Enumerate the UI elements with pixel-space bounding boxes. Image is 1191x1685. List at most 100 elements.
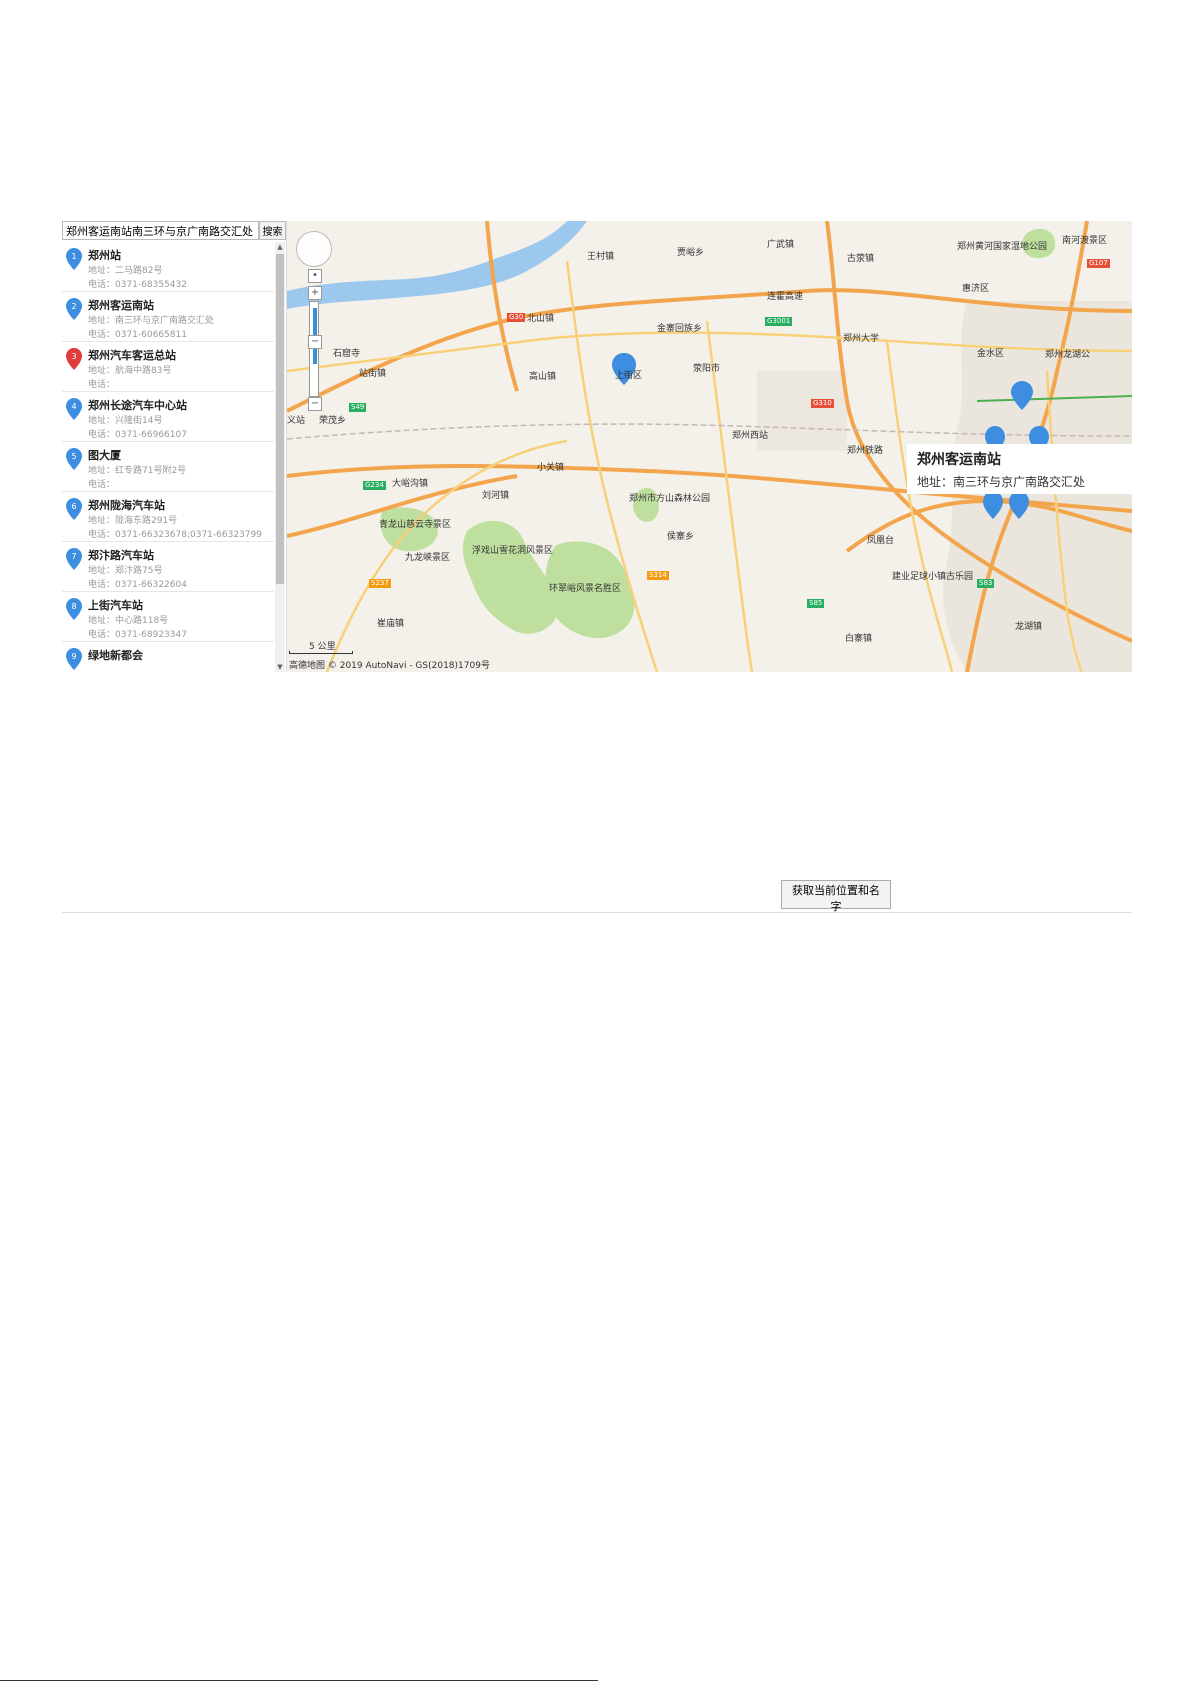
result-name: 郑汴路汽车站 [88,549,154,562]
map-place-label: 郑州铁路 [847,446,884,456]
result-name: 上街汽车站 [88,599,143,612]
map-place-label: 九龙峡景区 [405,553,451,563]
result-name: 图大厦 [88,449,121,462]
result-marker-index: 5 [71,452,76,461]
scroll-thumb[interactable] [276,254,284,584]
road-shield: S237 [369,579,391,588]
info-window[interactable]: 郑州客运南站 地址：南三环与京广南路交汇处 [907,444,1132,494]
zoom-dot-icon[interactable]: • [308,269,322,283]
road-shield: S85 [807,599,825,608]
result-item[interactable]: 1 郑州站 地址：二马路82号 电话：0371-68355432 [62,242,274,292]
map-copyright: 高德地图 © 2019 AutoNavi - GS(2018)1709号 [289,661,490,671]
map-place-label: 郑州黄河国家湿地公园 [957,242,1048,252]
result-tel: 电话：0371-68923347 [88,630,187,640]
result-tel: 电话： [88,480,116,490]
search-button[interactable]: 搜索 [259,221,286,240]
search-input[interactable] [62,221,259,240]
zoom-slider[interactable] [309,301,319,397]
map-place-label: 南河渡景区 [1062,236,1108,246]
result-marker-icon: 7 [66,548,82,570]
map-place-label: 金水区 [977,349,1005,359]
result-marker-icon: 1 [66,248,82,270]
map-canvas[interactable]: 王村镇 贾峪乡 广武镇 古荥镇 郑州黄河国家湿地公园 南河渡景区 惠济区 连霍高速 石窟寺 北山镇… [287,221,1132,672]
map-place-label: 广武镇 [767,240,795,250]
result-item[interactable]: 3 郑州汽车客运总站 地址：航海中路83号 电话： [62,342,274,392]
map-place-label: 古荥镇 [847,254,875,264]
info-window-title: 郑州客运南站 [917,452,1001,468]
map-place-label: 贾峪乡 [677,248,705,258]
scroll-down-icon[interactable]: ▼ [275,662,285,672]
zoom-handle[interactable]: − [308,335,322,349]
road-shield: S83 [977,579,995,588]
road-shield: G30 [507,313,526,322]
zoom-out-button[interactable]: − [308,397,322,411]
map-place-label: 北山镇 [527,314,555,324]
result-name: 绿地新都会 [88,649,143,662]
result-tel: 电话：0371-60665811 [88,330,187,340]
map-place-label: 环翠峪风景名胜区 [549,584,622,594]
get-position-button[interactable]: 获取当前位置和名字 [781,880,891,913]
map-place-label: 青龙山慈云寺景区 [379,520,452,530]
map-place-label: 白寨镇 [845,634,873,644]
map-place-label: 小关镇 [537,463,565,473]
search-row: 搜索 [62,221,286,242]
map-place-label: 侯寨乡 [667,532,695,542]
result-marker-icon: 8 [66,598,82,620]
result-marker-icon: 2 [66,298,82,320]
result-address: 地址：兴隆街14号 [88,416,163,426]
result-tel: 电话： [88,380,116,390]
pan-control[interactable] [296,231,332,267]
result-item[interactable]: 8 上街汽车站地址：中心路118号电话：0371-68923347 [62,592,274,642]
result-address: 地址：红专路71号附2号 [88,466,187,476]
map-place-label: 站街镇 [359,369,387,379]
scale-bar [289,651,353,654]
footnote-line [0,1680,598,1681]
map-place-label: 郑州大学 [843,334,880,344]
result-name: 郑州长途汽车中心站 [88,399,187,412]
result-marker-icon: 3 [66,348,82,370]
result-marker-icon: 6 [66,498,82,520]
result-tel: 电话：0371-66322604 [88,580,187,590]
search-panel: 搜索 1 郑州站地址：二马路82号电话：0371-68355432 2 郑州客运南站地… [62,221,287,672]
results-scrollbar[interactable]: ▲ ▼ [275,242,285,672]
result-address: 地址：二马路82号 [88,266,163,276]
results-list[interactable]: 1 郑州站 地址：二马路82号 电话：0371-68355432 2 郑州客运南站 地址：南… [62,242,274,672]
result-item[interactable]: 4 郑州长途汽车中心站 地址：兴隆街14号 电话：0371-66966107 [62,392,274,442]
result-tel: 电话：0371-66323678;0371-66323799 [88,530,262,540]
result-marker-index: 6 [71,502,76,511]
map-place-label: 大峪沟镇 [392,479,429,489]
map-app: 搜索 1郑州站地址：二马路82号电话：0371-683554322郑州客运南站地… [62,221,1132,672]
result-item[interactable]: 9 绿地新都会 [62,642,274,672]
result-item[interactable]: 2 郑州客运南站 地址：南三环与京广南路交汇处 电话：0371-60665811 [62,292,274,342]
map-place-label: 刘河镇 [482,491,510,501]
map-place-label: 高山镇 [529,372,557,382]
result-name: 郑州站 [88,249,121,262]
result-address: 地址：郑汴路75号 [88,566,163,576]
result-item[interactable]: 7 郑汴路汽车站 地址：郑汴路75号电话：0371-66322604 [62,542,274,592]
result-marker-index: 7 [71,552,76,561]
map-place-label: 惠济区 [962,284,990,294]
scroll-up-icon[interactable]: ▲ [275,242,285,252]
road-shield: S314 [647,571,669,580]
zoom-in-button[interactable]: + [308,286,322,300]
result-address: 地址：陇海东路291号 [88,516,178,526]
result-marker-index: 2 [71,302,76,311]
result-item[interactable]: 5 图大厦地址：红专路71号附2号 电话： [62,442,274,492]
divider [62,912,1132,913]
road-shield: G107 [1087,259,1110,268]
map-place-label: 荣茂乡 [319,416,347,426]
map-place-label: 王村镇 [587,252,615,262]
map-place-label: 连霍高速 [767,292,804,302]
result-name: 郑州陇海汽车站 [88,499,165,512]
result-address: 地址：中心路118号 [88,616,169,626]
result-marker-icon: 4 [66,398,82,420]
result-item[interactable]: 6 郑州陇海汽车站地址：陇海东路291号电话：0371-66323678;0371… [62,492,274,542]
road-shield: G3001 [765,317,793,326]
map-place-label: 建业足球小镇古乐园 [892,572,974,582]
map-place-label: 郑州龙湖公 [1045,350,1091,360]
result-address: 地址：航海中路83号 [88,366,172,376]
result-marker-index: 3 [71,352,76,361]
result-marker-icon: 5 [66,448,82,470]
map-place-label: 龙湖镇 [1015,622,1043,632]
map-place-label: 崔庙镇 [377,619,405,629]
